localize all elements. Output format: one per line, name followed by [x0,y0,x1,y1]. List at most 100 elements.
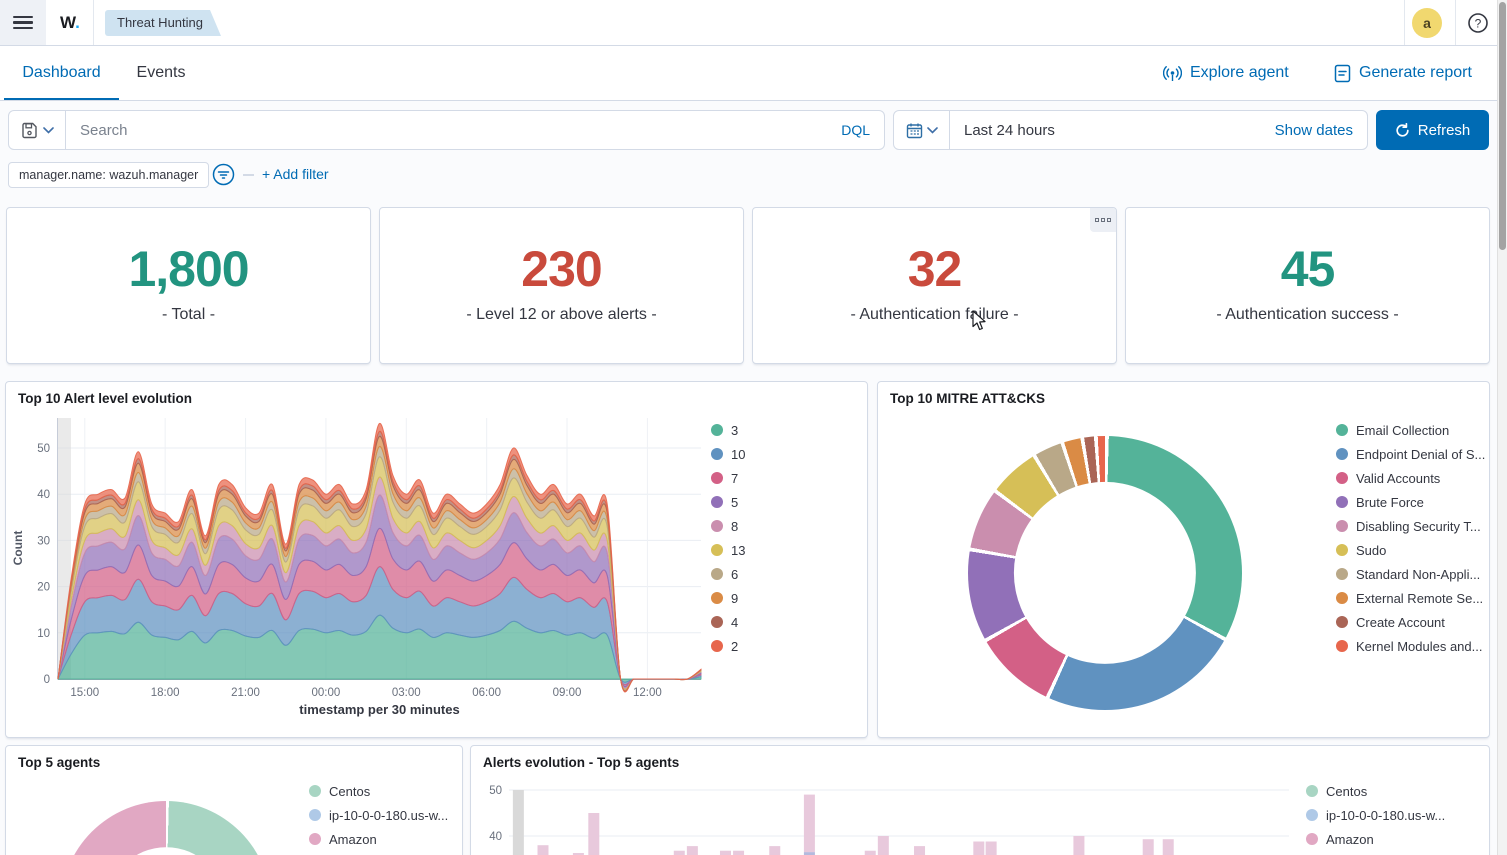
filter-pill-manager-name[interactable]: manager.name: wazuh.manager [8,162,209,188]
legend-label: Email Collection [1356,423,1449,438]
add-filter-button[interactable]: + Add filter [262,166,329,182]
legend-item[interactable]: 6 [711,562,745,586]
legend-label: Centos [1326,784,1367,799]
legend-label: ip-10-0-0-180.us-w... [329,808,448,823]
refresh-button[interactable]: Refresh [1376,110,1489,150]
alerts-evolution-legend: Centos ip-10-0-0-180.us-w...Amazon [1306,779,1445,851]
legend-dot-icon [711,616,723,628]
svg-text:?: ? [1475,17,1482,31]
legend-item[interactable]: 5 [711,490,745,514]
legend-item[interactable]: 4 [711,610,745,634]
legend-dot-icon [1336,424,1348,436]
svg-text:0: 0 [44,674,50,686]
stat-card-total: 1,800 - Total - [6,207,371,364]
tab-dashboard-label: Dashboard [22,64,100,81]
document-icon [1334,64,1351,83]
menu-button[interactable] [0,0,46,45]
breadcrumb[interactable]: Threat Hunting [105,10,221,36]
legend-dot-icon [711,424,723,436]
stat-label: - Authentication success - [1126,306,1489,324]
module-nav: Dashboard Events Explore agent Generate … [0,46,1507,101]
legend-dot-icon [1306,809,1318,821]
stat-label: - Total - [7,306,370,324]
legend-item[interactable]: Endpoint Denial of S... [1336,442,1485,466]
scrollbar-track[interactable] [1497,0,1507,855]
help-button[interactable]: ? [1467,12,1489,34]
legend-dot-icon [309,833,321,845]
legend-item[interactable]: 9 [711,586,745,610]
date-picker: Last 24 hours Show dates [893,110,1368,150]
legend-item[interactable]: Standard Non-Appli... [1336,562,1485,586]
top-bar: W. Threat Hunting a ? [0,0,1507,46]
legend-label: Centos [329,784,370,799]
legend-item[interactable]: Centos [309,779,448,803]
legend-item[interactable]: Amazon [309,827,448,851]
legend-dot-icon [711,544,723,556]
legend-label: 10 [731,447,745,462]
legend-dot-icon [1306,833,1318,845]
saved-queries-button[interactable] [9,111,66,149]
legend-item[interactable]: 3 [711,418,745,442]
legend-item[interactable]: Kernel Modules and... [1336,634,1485,658]
legend-item[interactable]: 8 [711,514,745,538]
search-input[interactable] [66,122,827,139]
legend-label: Sudo [1356,543,1386,558]
legend-item[interactable]: ip-10-0-0-180.us-w... [309,803,448,827]
legend-item[interactable]: 7 [711,466,745,490]
legend-item[interactable]: 10 [711,442,745,466]
top5-agents-donut-chart[interactable] [61,801,271,855]
svg-text:20: 20 [37,582,50,594]
svg-text:00:00: 00:00 [312,687,341,699]
svg-text:40: 40 [489,831,502,843]
app-logo[interactable]: W. [60,0,80,45]
legend-dot-icon [1336,640,1348,652]
svg-text:Count: Count [11,531,25,566]
legend-item[interactable]: Valid Accounts [1336,466,1485,490]
time-range-value[interactable]: Last 24 hours [950,122,1261,139]
legend-dot-icon [309,785,321,797]
legend-dot-icon [711,520,723,532]
top5-agents-legend: Centos ip-10-0-0-180.us-w... Amazon [309,779,448,851]
scrollbar-thumb[interactable] [1499,2,1506,250]
broadcast-icon [1163,64,1182,83]
legend-dot-icon [711,448,723,460]
panel-options-button[interactable] [1090,208,1116,232]
legend-item[interactable]: 2 [711,634,745,658]
legend-item[interactable]: Sudo [1336,538,1485,562]
panel-mitre-attacks: Top 10 MITRE ATT&CKS Email CollectionEnd… [877,381,1490,738]
legend-label: Disabling Security T... [1356,519,1481,534]
explore-agent-button[interactable]: Explore agent [1163,46,1289,100]
legend-item[interactable]: 13 [711,538,745,562]
refresh-icon [1395,123,1410,138]
date-quick-select-button[interactable] [894,111,950,149]
filter-options-icon[interactable] [212,163,235,186]
legend-item[interactable]: Email Collection [1336,418,1485,442]
legend-dot-icon [1336,448,1348,460]
generate-report-button[interactable]: Generate report [1334,46,1472,100]
legend-dot-icon [309,809,321,821]
tab-dashboard[interactable]: Dashboard [4,46,119,100]
legend-item[interactable]: Create Account [1336,610,1485,634]
legend-dot-icon [711,472,723,484]
stat-label: - Level 12 or above alerts - [380,306,743,324]
stat-label: - Authentication failure - [753,306,1116,324]
legend-dot-icon [1336,472,1348,484]
legend-item[interactable]: Disabling Security T... [1336,514,1485,538]
show-dates-button[interactable]: Show dates [1261,122,1367,139]
tab-events[interactable]: Events [131,46,191,100]
avatar[interactable]: a [1412,8,1442,38]
svg-text:15:00: 15:00 [70,687,99,699]
legend-item[interactable]: External Remote Se... [1336,586,1485,610]
legend-item[interactable]: ip-10-0-0-180.us-w... [1306,803,1445,827]
legend-label: Valid Accounts [1356,471,1440,486]
legend-item[interactable]: Brute Force [1336,490,1485,514]
mitre-donut-chart[interactable] [968,436,1242,710]
panel-alert-level-evolution: Top 10 Alert level evolution 01020304050… [5,381,868,738]
legend-item[interactable]: Amazon [1306,827,1445,851]
legend-label: 3 [731,423,738,438]
legend-item[interactable]: Centos [1306,779,1445,803]
legend-dot-icon [711,568,723,580]
query-language-button[interactable]: DQL [827,122,884,138]
legend-label: Create Account [1356,615,1445,630]
legend-dot-icon [1336,616,1348,628]
